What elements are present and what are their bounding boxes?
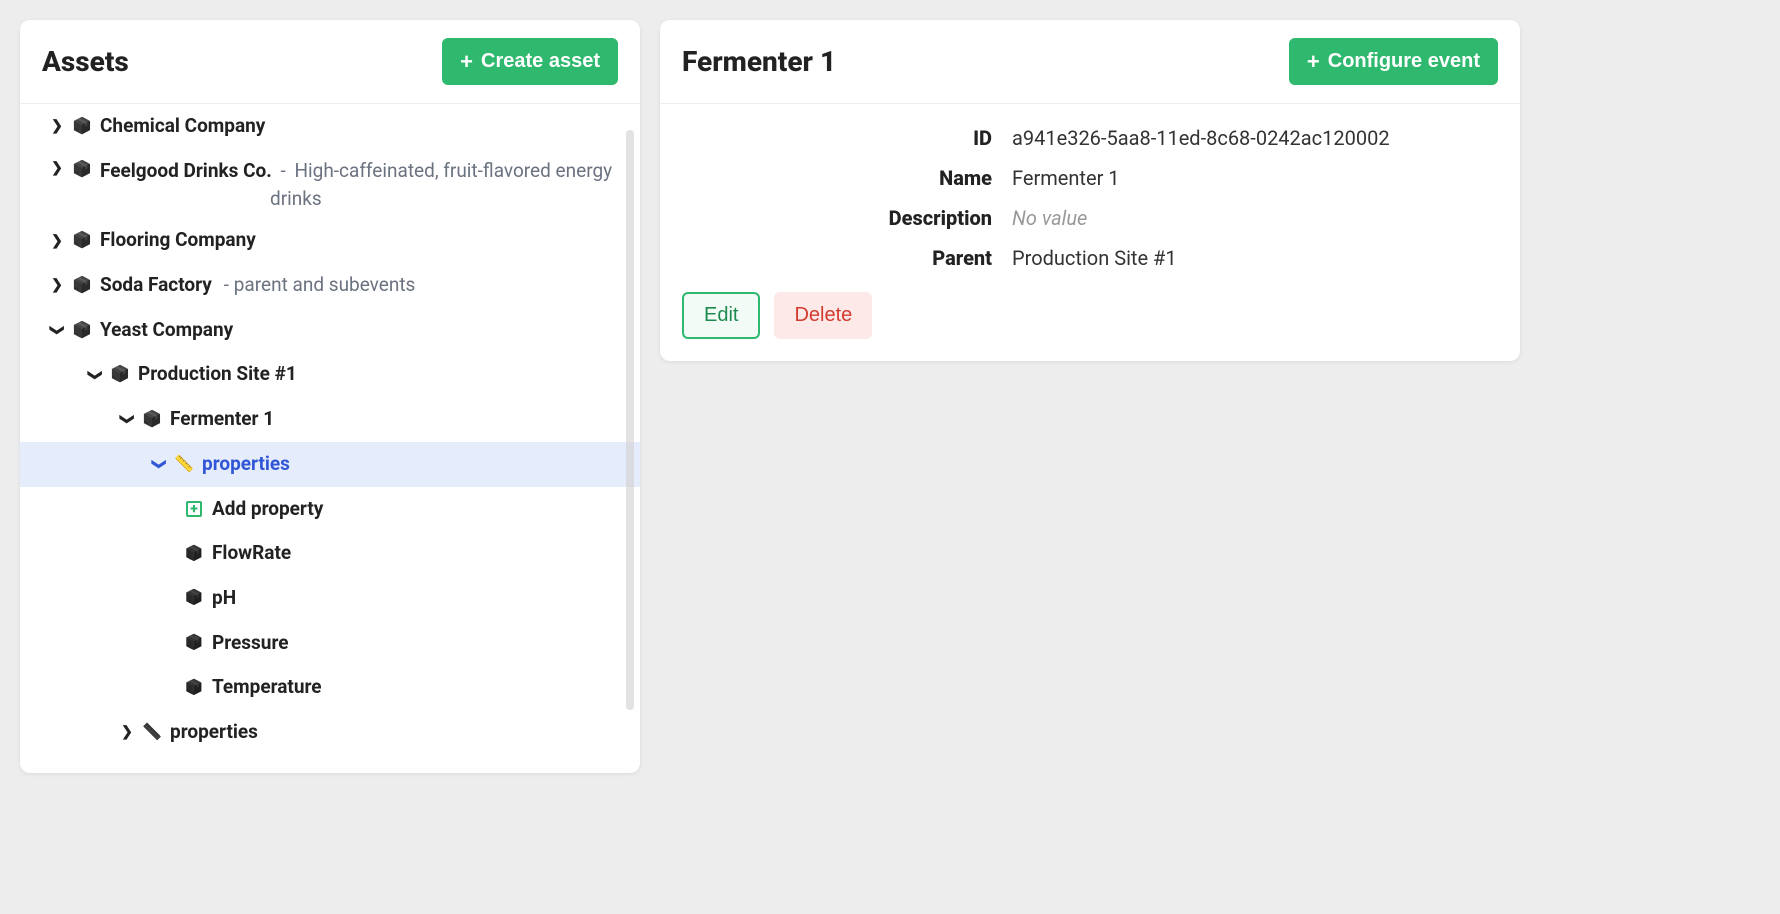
tree-node-label: Chemical Company — [100, 114, 265, 139]
plus-icon: + — [1307, 51, 1320, 73]
tree-node-label: Feelgood Drinks Co. — [100, 159, 272, 182]
field-val-parent: Production Site #1 — [1012, 246, 1498, 270]
detail-panel-header: Fermenter 1 + Configure event — [660, 20, 1520, 104]
tree-node-properties-selected[interactable]: properties — [20, 442, 640, 487]
configure-event-button[interactable]: + Configure event — [1289, 38, 1498, 85]
tree-node-pressure[interactable]: Pressure — [20, 621, 640, 666]
tree-node-label: properties — [202, 452, 290, 477]
tree-node-label: Temperature — [212, 675, 322, 700]
tree-node-label: Pressure — [212, 631, 289, 656]
plus-icon: + — [460, 51, 473, 73]
detail-title: Fermenter 1 — [682, 45, 836, 78]
ruler-icon — [142, 722, 162, 743]
detail-panel: Fermenter 1 + Configure event ID a941e32… — [660, 20, 1520, 361]
assets-panel-header: Assets + Create asset — [20, 20, 640, 104]
property-icon — [184, 588, 204, 608]
detail-actions: Edit Delete — [682, 292, 1498, 339]
tree-node-production-site[interactable]: Production Site #1 — [20, 352, 640, 397]
create-asset-button[interactable]: + Create asset — [442, 38, 618, 85]
chevron-down-icon — [120, 410, 134, 428]
tree-node-soda[interactable]: Soda Factory - parent and subevents — [20, 263, 640, 308]
tree-node-flooring[interactable]: Flooring Company — [20, 218, 640, 263]
field-key-id: ID — [682, 126, 992, 150]
tree-node-desc-prefix: - — [276, 159, 291, 182]
tree-node-chemical-company[interactable]: Chemical Company — [20, 104, 640, 149]
field-key-description: Description — [682, 206, 992, 230]
cube-icon — [142, 409, 162, 430]
tree-node-flowrate[interactable]: FlowRate — [20, 531, 640, 576]
chevron-right-icon — [120, 723, 134, 741]
cube-icon — [110, 364, 130, 385]
tree-node-label: Production Site #1 — [138, 362, 297, 387]
tree-node-label: Add property — [212, 497, 323, 522]
tree-node-desc: - parent and subevents — [224, 273, 416, 298]
cube-icon — [72, 230, 92, 251]
chevron-right-icon — [50, 276, 64, 294]
key-value-grid: ID a941e326-5aa8-11ed-8c68-0242ac120002 … — [682, 126, 1498, 270]
create-asset-label: Create asset — [481, 50, 600, 73]
tree-node-label: pH — [212, 586, 236, 611]
property-icon — [184, 633, 204, 653]
field-val-description: No value — [1012, 206, 1498, 230]
tree-node-label: Yeast Company — [100, 318, 233, 343]
chevron-right-icon — [50, 117, 64, 135]
property-icon — [184, 678, 204, 698]
cube-icon — [72, 116, 92, 137]
cube-icon — [72, 159, 92, 180]
field-val-id: a941e326-5aa8-11ed-8c68-0242ac120002 — [1012, 126, 1498, 150]
field-val-name: Fermenter 1 — [1012, 166, 1498, 190]
tree-node-properties-collapsed[interactable]: properties — [20, 710, 640, 755]
detail-body: ID a941e326-5aa8-11ed-8c68-0242ac120002 … — [660, 104, 1520, 361]
edit-button[interactable]: Edit — [682, 292, 760, 339]
tree-node-desc: High-caffeinated, fruit-flavored energy — [294, 159, 612, 182]
tree-node-ph[interactable]: pH — [20, 576, 640, 621]
tree-node-desc-line2: drinks — [20, 187, 640, 210]
tree-node-label: FlowRate — [212, 541, 291, 566]
property-icon — [184, 544, 204, 564]
tree-node-add-property[interactable]: Add property — [20, 487, 640, 532]
tree-node-temperature[interactable]: Temperature — [20, 665, 640, 710]
field-key-parent: Parent — [682, 246, 992, 270]
tree-node-yeast[interactable]: Yeast Company — [20, 308, 640, 353]
cube-icon — [72, 275, 92, 296]
chevron-down-icon — [88, 366, 102, 384]
ruler-icon — [174, 454, 194, 475]
tree-node-fermenter-1[interactable]: Fermenter 1 — [20, 397, 640, 442]
assets-tree: Chemical Company Feelgood Drinks Co. - H… — [20, 104, 640, 773]
field-key-name: Name — [682, 166, 992, 190]
tree-node-label: Flooring Company — [100, 228, 256, 253]
chevron-down-icon — [50, 321, 64, 339]
tree-node-label: properties — [170, 720, 258, 745]
configure-event-label: Configure event — [1328, 50, 1480, 73]
chevron-down-icon — [152, 455, 166, 473]
tree-node-label: Fermenter 1 — [170, 407, 274, 432]
scrollbar[interactable] — [626, 130, 634, 710]
chevron-right-icon — [50, 159, 64, 177]
delete-button[interactable]: Delete — [774, 292, 872, 339]
tree-node-label: Soda Factory — [100, 273, 212, 298]
assets-panel: Assets + Create asset Chemical Company F… — [20, 20, 640, 773]
cube-icon — [72, 320, 92, 341]
chevron-right-icon — [50, 232, 64, 250]
assets-title: Assets — [42, 45, 129, 78]
plus-box-icon — [186, 501, 202, 517]
